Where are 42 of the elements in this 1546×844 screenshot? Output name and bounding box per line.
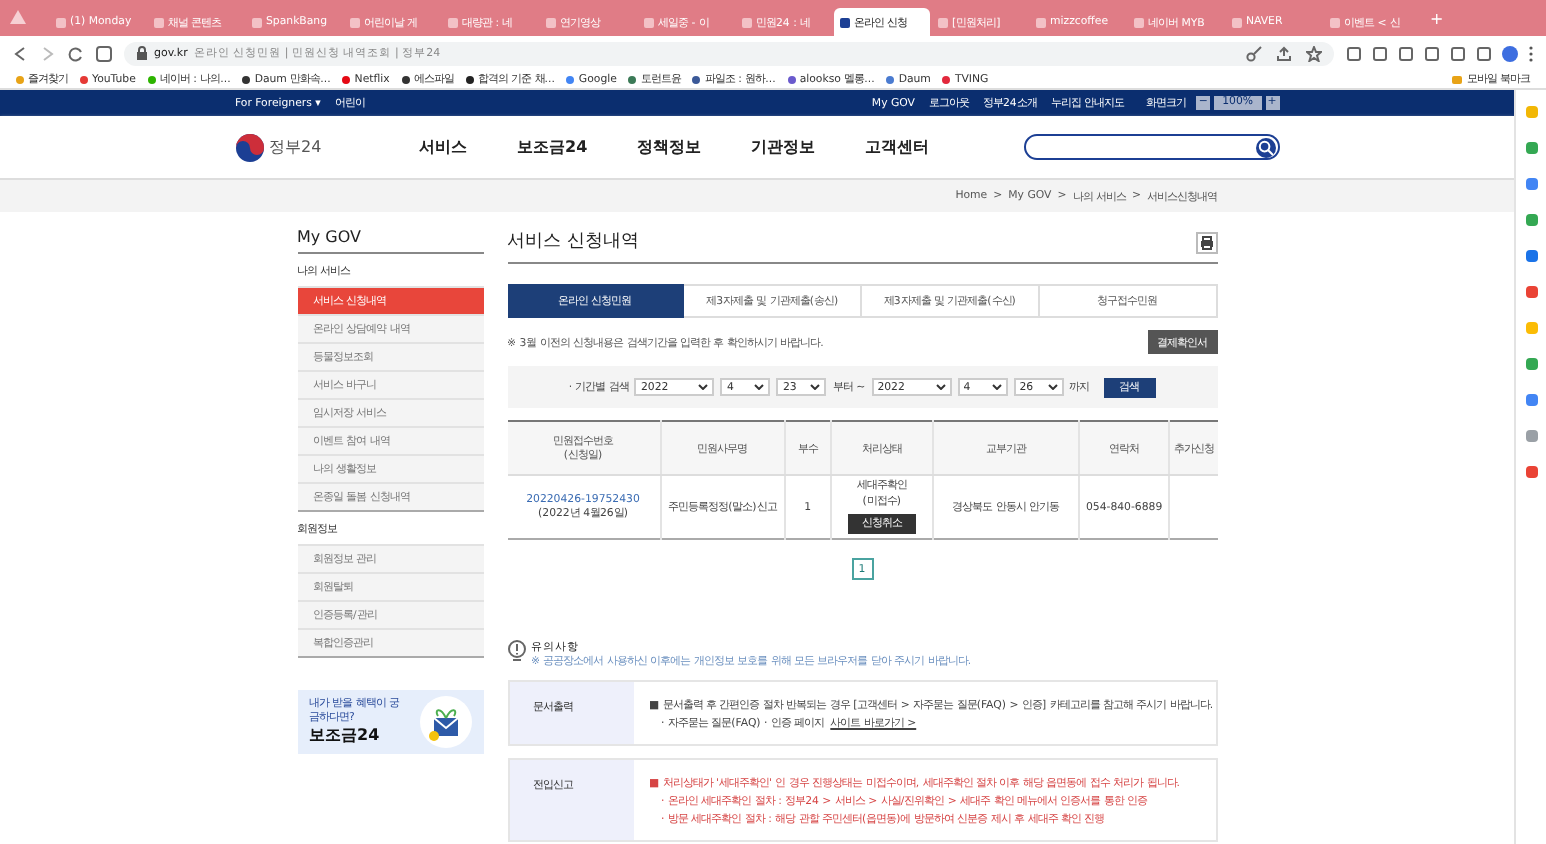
nav-link[interactable]: 정책정보 (637, 136, 702, 158)
key-icon (1246, 45, 1262, 61)
print-icon (1199, 236, 1213, 250)
emblem-icon (235, 133, 263, 161)
nav-link[interactable]: 서비스 (419, 136, 467, 158)
search-icon (1257, 139, 1273, 155)
caret-icon (810, 384, 821, 390)
page-heading: 서비스 신청내역 (507, 230, 639, 254)
info-icon (507, 640, 525, 662)
nav-link[interactable]: 고객센터 (865, 136, 930, 158)
extension-icon[interactable] (1525, 250, 1537, 262)
extension-icon[interactable] (1525, 178, 1537, 190)
extension-icon[interactable] (1525, 106, 1537, 118)
extension-icon[interactable] (1525, 466, 1537, 478)
search-field[interactable] (1023, 134, 1279, 160)
share-icon (1276, 45, 1292, 61)
menu-icon (1528, 45, 1534, 61)
gift-book-drawing (419, 696, 471, 748)
nav-link[interactable]: 보조금24 (517, 136, 588, 158)
nav-link[interactable]: 기관정보 (751, 136, 816, 158)
caret-icon (754, 384, 765, 390)
extension-icon[interactable] (1525, 430, 1537, 442)
extension-icon[interactable] (1525, 358, 1537, 370)
extension-icon[interactable] (1525, 394, 1537, 406)
extension-icon[interactable] (1525, 214, 1537, 226)
lock-icon (136, 46, 148, 60)
site-logo[interactable]: 정부24 (235, 133, 419, 161)
caret-icon (935, 384, 946, 390)
search-button[interactable] (1255, 137, 1275, 157)
forward-icon (40, 45, 56, 61)
reload-icon (68, 45, 84, 61)
caret-icon (698, 384, 709, 390)
back-icon (12, 45, 28, 61)
sidebar-title: My GOV (297, 228, 483, 254)
star-icon (1306, 45, 1322, 61)
extension-icon[interactable] (1525, 142, 1537, 154)
caret-icon (991, 384, 1002, 390)
caret-icon (1047, 384, 1058, 390)
print-button[interactable] (1195, 232, 1217, 254)
banner-title: 보조금24 (309, 723, 382, 746)
avatar-icon (1502, 45, 1518, 61)
extension-icon[interactable] (1525, 286, 1537, 298)
